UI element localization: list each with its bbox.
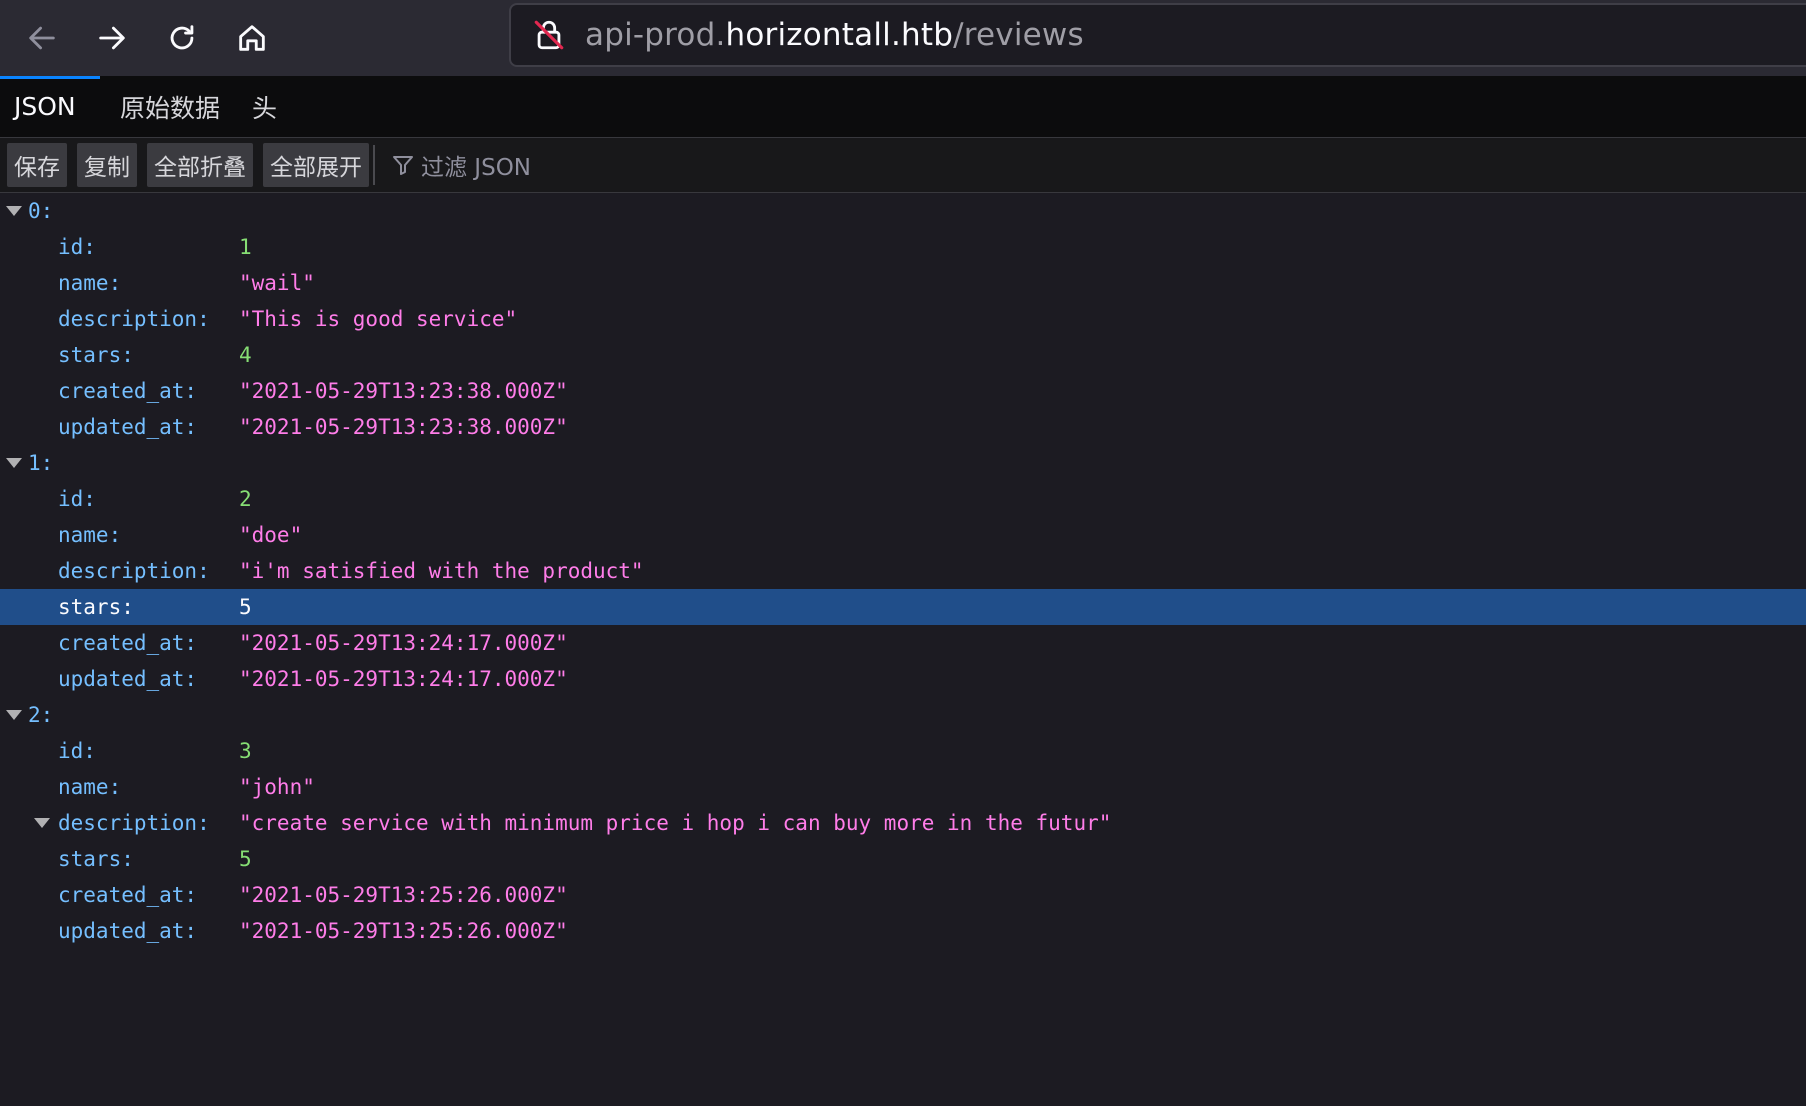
property-key: id:: [58, 739, 96, 763]
object-key: 1:: [28, 451, 54, 475]
tree-property-row[interactable]: name: "doe": [0, 517, 1806, 553]
property-key: created_at:: [58, 631, 198, 655]
url-path: /reviews: [953, 17, 1084, 53]
tree-property-row[interactable]: id: 3: [0, 733, 1806, 769]
collapse-all-button[interactable]: 全部折叠: [147, 143, 253, 187]
tree-property-row[interactable]: name: "wail": [0, 265, 1806, 301]
string-value: "2021-05-29T13:24:17.000Z": [239, 667, 568, 691]
property-key: description:: [58, 559, 210, 583]
filter-json-input[interactable]: 过滤 JSON: [391, 148, 531, 182]
arrow-right-icon: [99, 26, 125, 50]
tree-property-row[interactable]: stars: 5: [0, 841, 1806, 877]
property-key: updated_at:: [58, 919, 198, 943]
number-value: 3: [239, 739, 252, 763]
tree-property-row[interactable]: updated_at: "2021-05-29T13:25:26.000Z": [0, 913, 1806, 949]
reload-icon: [170, 25, 194, 50]
tree-property-row[interactable]: description: "This is good service": [0, 301, 1806, 337]
back-button[interactable]: [16, 12, 68, 64]
property-key: description:: [58, 307, 210, 331]
number-value: 2: [239, 487, 252, 511]
tree-property-row[interactable]: name: "john": [0, 769, 1806, 805]
tree-property-row[interactable]: id: 1: [0, 229, 1806, 265]
string-value: "doe": [239, 523, 303, 547]
json-toolbar: 保存 复制 全部折叠 全部展开 过滤 JSON: [0, 138, 1806, 193]
tab-json[interactable]: JSON: [0, 76, 100, 137]
url-host: horizontall.htb: [725, 17, 954, 53]
viewer-tabs: JSON 原始数据 头: [0, 76, 1806, 138]
string-value: "2021-05-29T13:23:38.000Z": [239, 379, 568, 403]
home-button[interactable]: [226, 12, 278, 64]
reload-button[interactable]: [156, 12, 208, 64]
string-value: "2021-05-29T13:25:26.000Z": [239, 919, 568, 943]
string-value: "john": [239, 775, 315, 799]
tree-property-row[interactable]: id: 2: [0, 481, 1806, 517]
property-key: created_at:: [58, 883, 198, 907]
property-key: id:: [58, 487, 96, 511]
tree-object-row[interactable]: 0:: [0, 193, 1806, 229]
property-key: description:: [58, 811, 210, 835]
number-value: 4: [239, 343, 252, 367]
copy-button[interactable]: 复制: [77, 143, 137, 187]
number-value: 1: [239, 235, 252, 259]
string-value: "i'm satisfied with the product": [239, 559, 644, 583]
tree-property-row[interactable]: description: "i'm satisfied with the prod…: [0, 553, 1806, 589]
property-key: id:: [58, 235, 96, 259]
tree-object-row[interactable]: 2:: [0, 697, 1806, 733]
string-value: "2021-05-29T13:25:26.000Z": [239, 883, 568, 907]
object-key: 2:: [28, 703, 54, 727]
tree-property-row[interactable]: created_at: "2021-05-29T13:25:26.000Z": [0, 877, 1806, 913]
toolbar-divider: [373, 145, 375, 185]
tree-property-row[interactable]: created_at: "2021-05-29T13:23:38.000Z": [0, 373, 1806, 409]
tab-raw-data[interactable]: 原始数据: [104, 76, 236, 137]
forward-button[interactable]: [86, 12, 138, 64]
url-prefix: api-prod.: [585, 17, 726, 53]
browser-toolbar: api-prod.horizontall.htb/reviews: [0, 0, 1806, 76]
property-key: name:: [58, 523, 122, 547]
expand-toggle-icon[interactable]: [6, 710, 22, 720]
tree-property-row[interactable]: updated_at: "2021-05-29T13:23:38.000Z": [0, 409, 1806, 445]
property-key: name:: [58, 775, 122, 799]
property-key: updated_at:: [58, 667, 198, 691]
tree-object-row[interactable]: 1:: [0, 445, 1806, 481]
arrow-left-icon: [29, 26, 55, 50]
home-icon: [239, 25, 265, 51]
tree-property-row[interactable]: updated_at: "2021-05-29T13:24:17.000Z": [0, 661, 1806, 697]
string-value: "create service with minimum price i hop…: [239, 811, 1112, 835]
property-key: created_at:: [58, 379, 198, 403]
expand-all-button[interactable]: 全部展开: [263, 143, 369, 187]
url-text[interactable]: api-prod.horizontall.htb/reviews: [585, 17, 1084, 53]
insecure-lock-icon[interactable]: [527, 13, 571, 57]
tab-headers[interactable]: 头: [236, 76, 293, 137]
filter-icon: [393, 156, 413, 175]
property-key: name:: [58, 271, 122, 295]
property-key: stars:: [58, 343, 134, 367]
json-tree: 0: id: 1 name: "wail" description: "This is go…: [0, 193, 1806, 949]
number-value: 5: [239, 595, 252, 619]
tree-property-row[interactable]: description: "create service with minimum…: [0, 805, 1806, 841]
object-key: 0:: [28, 199, 54, 223]
save-button[interactable]: 保存: [7, 143, 67, 187]
tree-property-row[interactable]: stars: 5: [0, 589, 1806, 625]
url-bar[interactable]: api-prod.horizontall.htb/reviews: [509, 3, 1806, 67]
expand-toggle-icon[interactable]: [34, 818, 50, 828]
tree-property-row[interactable]: created_at: "2021-05-29T13:24:17.000Z": [0, 625, 1806, 661]
string-value: "2021-05-29T13:24:17.000Z": [239, 631, 568, 655]
expand-toggle-icon[interactable]: [6, 458, 22, 468]
filter-placeholder: 过滤 JSON: [421, 155, 532, 181]
property-key: updated_at:: [58, 415, 198, 439]
property-key: stars:: [58, 847, 134, 871]
expand-toggle-icon[interactable]: [6, 206, 22, 216]
number-value: 5: [239, 847, 252, 871]
property-key: stars:: [58, 595, 134, 619]
string-value: "This is good service": [239, 307, 518, 331]
string-value: "wail": [239, 271, 315, 295]
string-value: "2021-05-29T13:23:38.000Z": [239, 415, 568, 439]
tree-property-row[interactable]: stars: 4: [0, 337, 1806, 373]
